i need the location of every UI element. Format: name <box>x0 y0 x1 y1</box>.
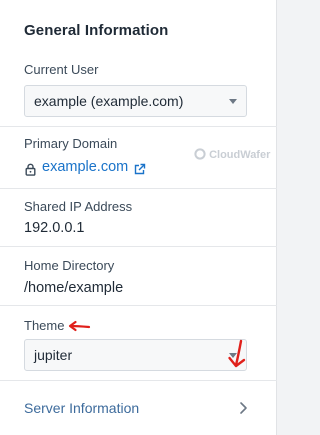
general-information-panel: General Information Current User example… <box>0 0 277 435</box>
annotation-arrow-down-icon <box>226 339 248 374</box>
current-user-label: Current User <box>24 62 99 77</box>
annotation-arrow-left-icon <box>67 319 91 337</box>
shared-ip-label: Shared IP Address <box>24 199 133 214</box>
panel-title: General Information <box>24 22 169 39</box>
current-user-select[interactable]: example (example.com) <box>24 85 247 117</box>
external-link-icon[interactable] <box>133 163 146 181</box>
shared-ip-value: 192.0.0.1 <box>24 220 85 236</box>
caret-down-icon <box>229 99 237 104</box>
lock-icon <box>25 163 36 181</box>
current-user-value: example (example.com) <box>34 93 184 109</box>
server-information-link[interactable]: Server Information <box>24 400 139 416</box>
cloudwafer-watermark: CloudWafer <box>194 148 270 161</box>
chevron-right-icon[interactable] <box>238 401 248 420</box>
home-directory-label: Home Directory <box>24 258 115 273</box>
shared-ip-section: Shared IP Address 192.0.0.1 <box>0 189 277 247</box>
primary-domain-link[interactable]: example.com <box>42 159 128 175</box>
watermark-text: CloudWafer <box>209 149 271 161</box>
home-directory-value: /home/example <box>24 280 124 296</box>
home-directory-section: Home Directory /home/example <box>0 247 277 306</box>
current-user-section: Current User example (example.com) <box>0 50 277 127</box>
theme-label: Theme <box>24 318 65 333</box>
primary-domain-label: Primary Domain <box>24 136 118 151</box>
theme-value: jupiter <box>34 347 73 363</box>
theme-select[interactable]: jupiter <box>24 339 247 371</box>
cloudwafer-logo-icon <box>194 148 206 160</box>
